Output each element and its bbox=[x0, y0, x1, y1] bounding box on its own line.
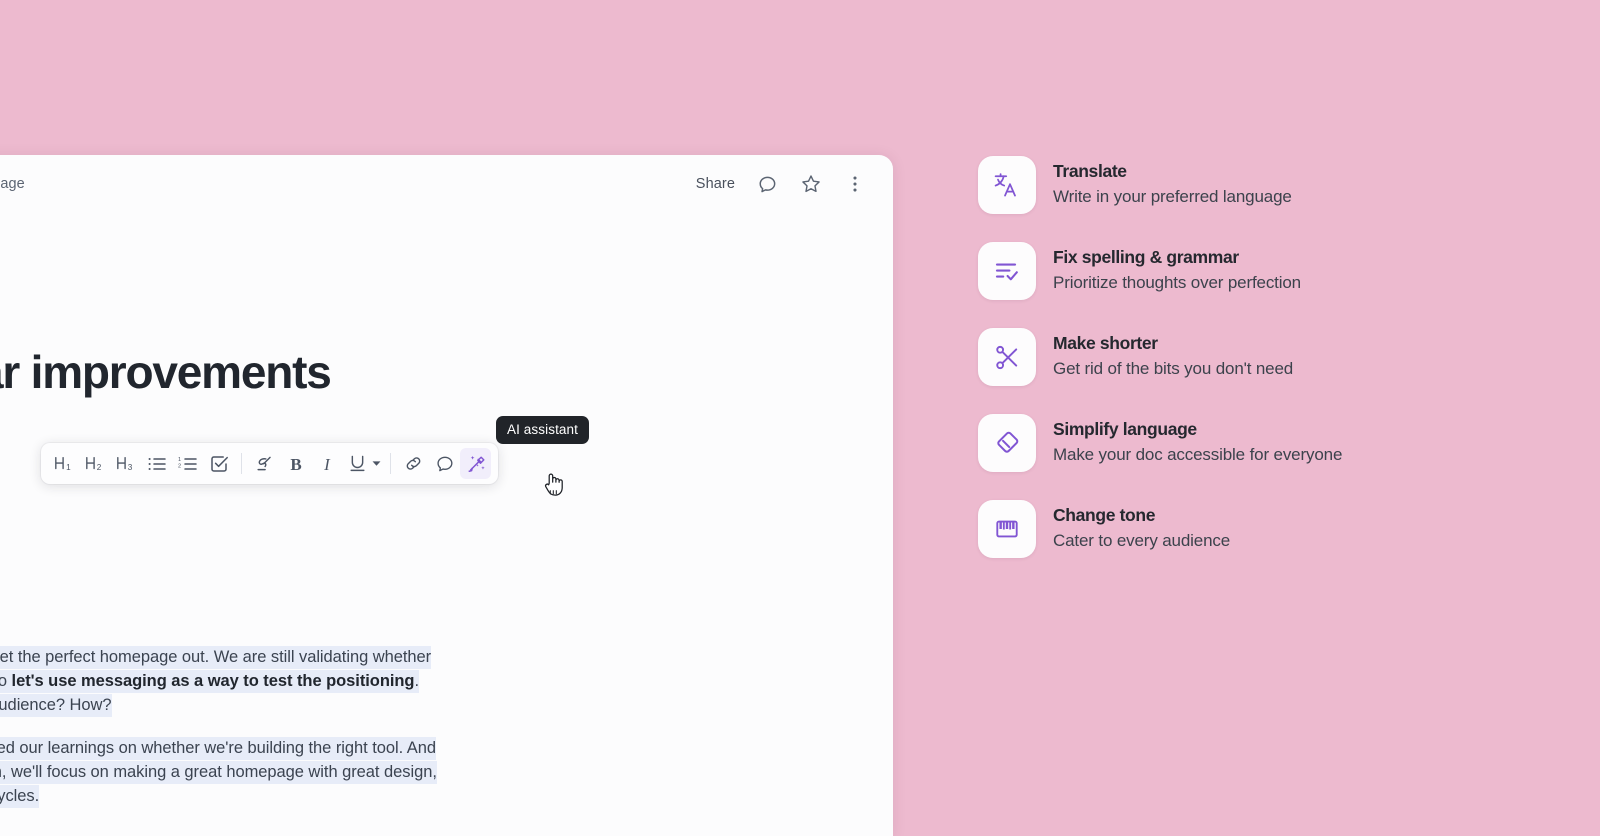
ai-menu-item-subtitle: Make your doc accessible for everyone bbox=[1053, 444, 1343, 464]
star-icon[interactable] bbox=[799, 172, 823, 196]
translate-icon bbox=[978, 156, 1036, 214]
page-title[interactable]: New toolbar improvements bbox=[0, 348, 893, 397]
ai-menu-item-title: Change tone bbox=[1053, 505, 1156, 525]
ai-menu-item-subtitle: Prioritize thoughts over perfection bbox=[1053, 272, 1301, 292]
paragraph-1-line-2: we're building the right product, so let… bbox=[0, 669, 893, 693]
ai-menu-item-change-tone[interactable]: Change tone Cater to every audience bbox=[978, 500, 1538, 558]
svg-text:1: 1 bbox=[66, 462, 71, 471]
ai-menu-item-subtitle: Cater to every audience bbox=[1053, 530, 1231, 550]
ai-assistant-menu: Translate Write in your preferred langua… bbox=[978, 156, 1538, 558]
bulleted-list-button[interactable] bbox=[141, 448, 172, 479]
link-button[interactable] bbox=[398, 448, 429, 479]
formatting-toolbar: 1 2 3 1 2 B I bbox=[41, 443, 498, 484]
piano-keys-icon bbox=[978, 500, 1036, 558]
toolbar-divider-1 bbox=[241, 453, 242, 474]
svg-text:B: B bbox=[290, 455, 301, 474]
ai-menu-item-title: Make shorter bbox=[1053, 333, 1158, 353]
page-title-text: New toolbar improvements bbox=[0, 346, 332, 398]
italic-button[interactable]: I bbox=[311, 448, 342, 479]
ai-menu-item-title: Fix spelling & grammar bbox=[1053, 247, 1239, 267]
ai-menu-item-text: Change tone Cater to every audience bbox=[1053, 500, 1230, 552]
screen: epage Share bbox=[0, 0, 1600, 836]
heading-1-button[interactable]: 1 bbox=[48, 448, 79, 479]
ai-menu-item-title: Simplify language bbox=[1053, 419, 1197, 439]
scissors-icon bbox=[978, 328, 1036, 386]
underline-dropdown-caret-icon[interactable] bbox=[369, 448, 383, 479]
more-vertical-icon[interactable] bbox=[843, 172, 867, 196]
highlighter-pen-icon[interactable] bbox=[249, 448, 280, 479]
toolbar-divider-2 bbox=[390, 453, 391, 474]
comment-bubble-icon[interactable] bbox=[755, 172, 779, 196]
ai-menu-item-subtitle: Get rid of the bits you don't need bbox=[1053, 358, 1294, 378]
paragraph-1-line-1: At this stage, we aren't trying to get t… bbox=[0, 645, 893, 669]
eraser-icon bbox=[978, 414, 1036, 472]
document-card: epage Share bbox=[0, 155, 893, 836]
svg-text:1: 1 bbox=[178, 457, 181, 463]
heading-3-button[interactable]: 3 bbox=[110, 448, 141, 479]
paragraph-1[interactable]: At this stage, we aren't trying to get t… bbox=[0, 645, 893, 717]
ai-menu-item-simplify-language[interactable]: Simplify language Make your doc accessib… bbox=[978, 414, 1538, 472]
ai-assistant-button[interactable] bbox=[460, 448, 491, 479]
comment-button[interactable] bbox=[429, 448, 460, 479]
svg-text:I: I bbox=[323, 455, 331, 474]
paragraph-2-line-1: There will be extra research to feed our… bbox=[0, 736, 893, 760]
bold-button[interactable]: B bbox=[280, 448, 311, 479]
paragraph-2-line-3: and great copy. Probably in 1-2 cycles. bbox=[0, 784, 893, 808]
paragraph-2[interactable]: There will be extra research to feed our… bbox=[0, 736, 893, 808]
header-actions: Share bbox=[696, 172, 867, 196]
ai-assistant-tooltip: AI assistant bbox=[496, 416, 589, 444]
heading-2-button[interactable]: 2 bbox=[79, 448, 110, 479]
svg-text:2: 2 bbox=[178, 463, 181, 469]
ai-menu-item-text: Translate Write in your preferred langua… bbox=[1053, 156, 1292, 208]
bold-phrase: let's use messaging as a way to test the… bbox=[11, 672, 415, 690]
ai-menu-item-text: Fix spelling & grammar Prioritize though… bbox=[1053, 242, 1301, 294]
svg-text:3: 3 bbox=[127, 462, 132, 471]
checklist-button[interactable] bbox=[203, 448, 234, 479]
numbered-list-button[interactable]: 1 2 bbox=[172, 448, 203, 479]
paragraph-2-line-2: maybe how we talk about it. Then, we'll … bbox=[0, 760, 893, 784]
ai-menu-item-fix-spelling-grammar[interactable]: Fix spelling & grammar Prioritize though… bbox=[978, 242, 1538, 300]
svg-text:2: 2 bbox=[96, 462, 101, 471]
ai-menu-item-make-shorter[interactable]: Make shorter Get rid of the bits you don… bbox=[978, 328, 1538, 386]
ai-menu-item-text: Make shorter Get rid of the bits you don… bbox=[1053, 328, 1293, 380]
ai-menu-item-title: Translate bbox=[1053, 161, 1127, 181]
ai-menu-item-translate[interactable]: Translate Write in your preferred langua… bbox=[978, 156, 1538, 214]
breadcrumb[interactable]: epage bbox=[0, 176, 25, 192]
paragraph-1-line-3: Does it resonate with the target audienc… bbox=[0, 693, 893, 717]
spell-check-icon bbox=[978, 242, 1036, 300]
ai-menu-item-subtitle: Write in your preferred language bbox=[1053, 186, 1292, 206]
share-button[interactable]: Share bbox=[696, 176, 735, 192]
ai-menu-item-text: Simplify language Make your doc accessib… bbox=[1053, 414, 1342, 466]
document-header: epage Share bbox=[0, 155, 893, 213]
